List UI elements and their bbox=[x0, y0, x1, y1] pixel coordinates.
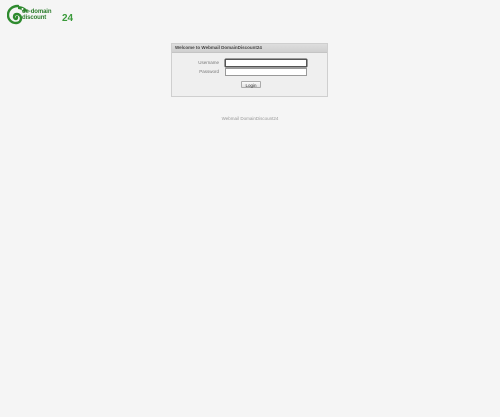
username-row: Username bbox=[172, 59, 327, 67]
login-panel-title: Welcome to Webmail DomainDiscount24 bbox=[172, 44, 327, 53]
brand-logo[interactable]: de-domain discount 24 bbox=[7, 4, 74, 26]
username-label: Username bbox=[198, 60, 219, 65]
page: de-domain discount 24 Welcome to Webmail… bbox=[0, 0, 500, 417]
password-label: Password bbox=[199, 69, 219, 74]
password-row: Password bbox=[172, 68, 327, 76]
username-input[interactable] bbox=[225, 59, 307, 67]
password-input[interactable] bbox=[225, 68, 307, 76]
footer-link[interactable]: Webmail DomainDiscount24 bbox=[0, 116, 500, 121]
login-panel: Welcome to Webmail DomainDiscount24 User… bbox=[171, 43, 328, 97]
brand-name-line2: discount bbox=[22, 15, 47, 21]
brand-number: 24 bbox=[62, 13, 74, 24]
brand-name: de-domain discount bbox=[22, 9, 52, 21]
login-button[interactable]: Login bbox=[241, 81, 261, 88]
